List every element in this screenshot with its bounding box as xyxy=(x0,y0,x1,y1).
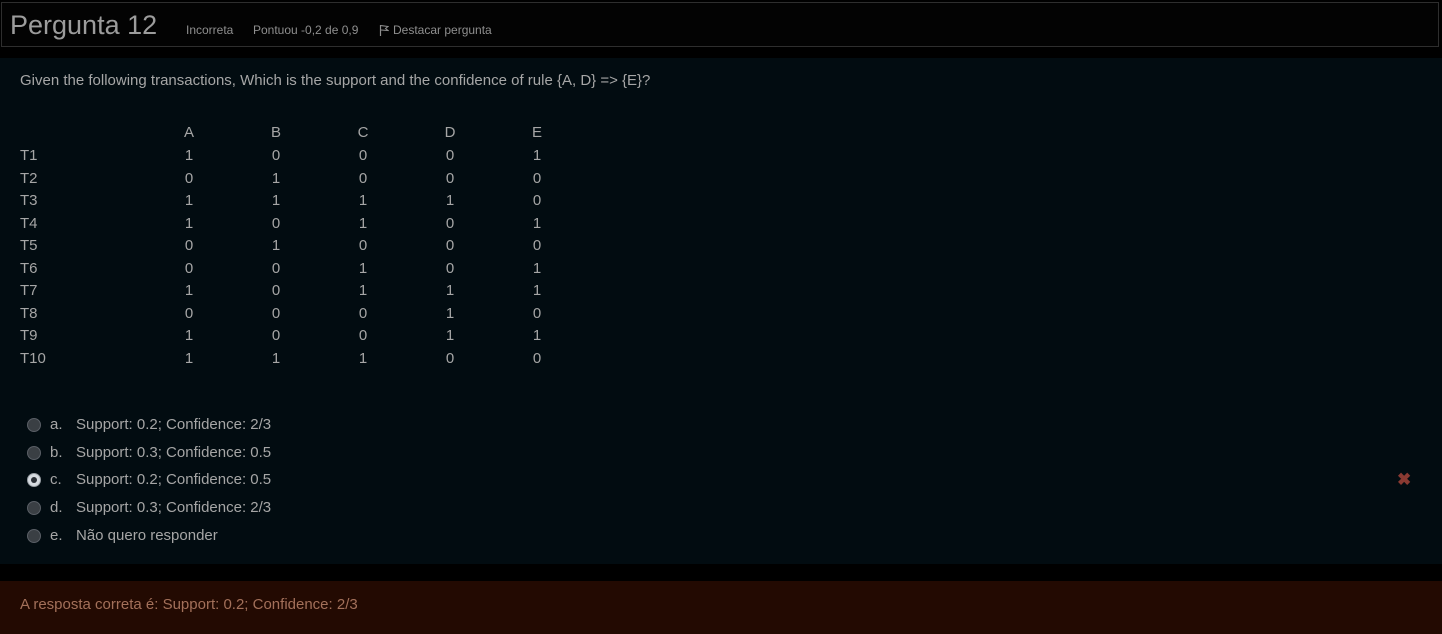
option-text: Support: 0.3; Confidence: 0.5 xyxy=(76,443,272,461)
table-cell: 1 xyxy=(445,304,455,322)
column-header: C xyxy=(357,124,369,141)
table-cell: 0 xyxy=(358,327,368,344)
table-cell: 1 xyxy=(358,282,368,299)
table-cell: 0 xyxy=(358,147,368,164)
column-header: E xyxy=(531,124,543,141)
column-header: B xyxy=(270,124,282,141)
table-cell: 1 xyxy=(271,237,281,254)
column-header: A xyxy=(183,124,195,141)
table-cell: 0 xyxy=(445,169,455,187)
row-label: T10 xyxy=(20,349,46,367)
table-cell: 0 xyxy=(271,282,281,299)
table-cell: 1 xyxy=(184,147,194,164)
table-cell: 0 xyxy=(184,304,194,322)
radio-button[interactable] xyxy=(27,501,41,516)
flag-label: Destacar pergunta xyxy=(393,23,492,37)
table-cell: 0 xyxy=(271,259,281,277)
table-cell: 1 xyxy=(358,192,368,209)
table-cell: 0 xyxy=(532,169,542,187)
table-cell: 0 xyxy=(358,237,368,254)
table-cell: 0 xyxy=(445,237,455,254)
radio-button[interactable] xyxy=(27,528,41,543)
table-cell: 0 xyxy=(532,304,542,322)
table-cell: 1 xyxy=(184,214,194,232)
table-cell: 0 xyxy=(271,327,281,344)
radio-button[interactable] xyxy=(27,473,41,488)
table-cell: 0 xyxy=(184,169,194,187)
row-label: T4 xyxy=(20,214,38,232)
option-letter: a. xyxy=(50,416,63,433)
flag-question-link[interactable]: Destacar pergunta xyxy=(379,23,492,37)
table-cell: 1 xyxy=(271,349,281,367)
table-cell: 1 xyxy=(358,349,368,367)
table-cell: 0 xyxy=(532,349,542,367)
option-text: Não quero responder xyxy=(76,526,218,544)
question-header: Pergunta 12 Incorreta Pontuou -0,2 de 0,… xyxy=(1,2,1439,47)
table-cell: 0 xyxy=(445,259,455,277)
row-label: T9 xyxy=(20,327,38,344)
table-cell: 0 xyxy=(445,214,455,232)
option-text: Support: 0.2; Confidence: 0.5 xyxy=(76,471,272,489)
radio-button[interactable] xyxy=(27,445,41,460)
row-label: T1 xyxy=(20,147,38,164)
option-letter: c. xyxy=(50,471,62,489)
table-cell: 1 xyxy=(445,327,455,344)
column-header: D xyxy=(444,124,456,141)
option-text: Support: 0.2; Confidence: 2/3 xyxy=(76,416,272,433)
table-cell: 0 xyxy=(271,214,281,232)
table-cell: 1 xyxy=(445,282,455,299)
table-cell: 1 xyxy=(184,327,194,344)
table-cell: 1 xyxy=(271,192,281,209)
feedback-panel: A resposta correta é: Support: 0.2; Conf… xyxy=(0,581,1442,634)
table-cell: 1 xyxy=(532,147,542,164)
table-cell: 0 xyxy=(358,169,368,187)
flag-icon xyxy=(379,25,390,36)
row-label: T2 xyxy=(20,169,38,187)
option-letter: e. xyxy=(50,526,63,544)
table-cell: 0 xyxy=(358,304,368,322)
row-label: T3 xyxy=(20,192,38,209)
question-content: Given the following transactions, Which … xyxy=(0,58,1442,564)
table-cell: 1 xyxy=(532,259,542,277)
table-cell: 0 xyxy=(532,237,542,254)
table-cell: 1 xyxy=(445,192,455,209)
question-score: Pontuou -0,2 de 0,9 xyxy=(253,23,359,37)
option-text: Support: 0.3; Confidence: 2/3 xyxy=(76,499,272,517)
table-cell: 1 xyxy=(358,214,368,232)
correct-answer-text: A resposta correta é: Support: 0.2; Conf… xyxy=(20,596,358,613)
incorrect-icon: ✖ xyxy=(1397,470,1412,489)
table-cell: 0 xyxy=(445,147,455,164)
table-cell: 1 xyxy=(184,349,194,367)
table-cell: 0 xyxy=(184,237,194,254)
table-cell: 0 xyxy=(532,192,542,209)
table-cell: 1 xyxy=(271,169,281,187)
table-cell: 0 xyxy=(445,349,455,367)
table-cell: 1 xyxy=(184,282,194,299)
table-cell: 1 xyxy=(532,214,542,232)
option-letter: b. xyxy=(50,443,63,461)
table-cell: 1 xyxy=(532,282,542,299)
row-label: T6 xyxy=(20,259,38,277)
question-title: Pergunta 12 xyxy=(10,10,158,40)
table-cell: 1 xyxy=(532,327,542,344)
row-label: T5 xyxy=(20,237,38,254)
question-text: Given the following transactions, Which … xyxy=(20,72,651,89)
table-cell: 0 xyxy=(271,304,281,322)
table-cell: 1 xyxy=(358,259,368,277)
table-cell: 0 xyxy=(271,147,281,164)
row-label: T8 xyxy=(20,304,38,322)
row-label: T7 xyxy=(20,282,38,299)
table-cell: 1 xyxy=(184,192,194,209)
option-letter: d. xyxy=(50,499,63,517)
question-status: Incorreta xyxy=(186,23,234,37)
radio-button[interactable] xyxy=(27,418,41,432)
table-cell: 0 xyxy=(184,259,194,277)
